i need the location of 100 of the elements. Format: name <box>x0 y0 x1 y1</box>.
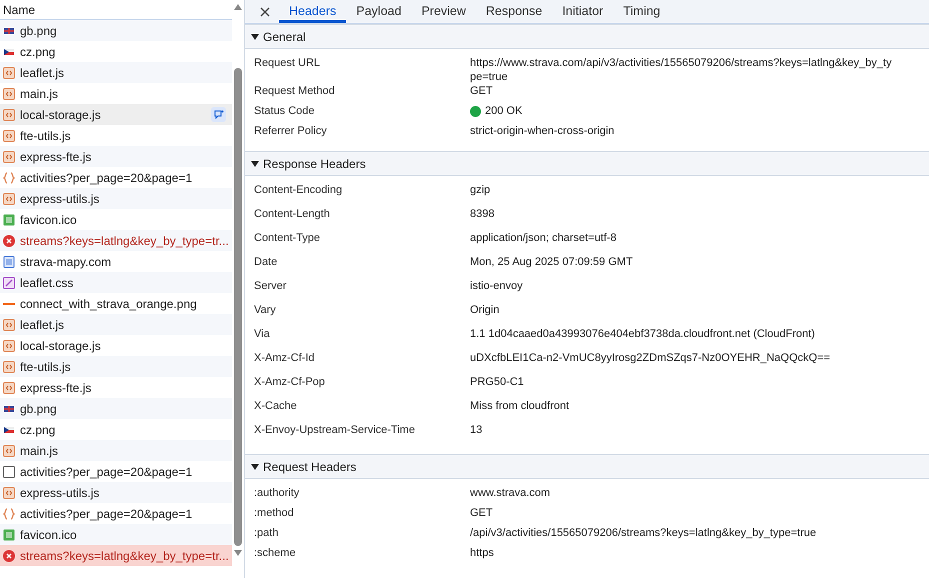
section-header[interactable]: Request Headers <box>245 454 929 479</box>
scroll-up-icon[interactable] <box>234 4 242 10</box>
header-value: PRG50-C1 <box>470 375 525 388</box>
request-row[interactable]: express-utils.js <box>0 482 232 503</box>
header-name: :method <box>254 506 295 521</box>
request-name: main.js <box>20 86 58 100</box>
header-name: X-Envoy-Upstream-Service-Time <box>254 423 416 438</box>
script-file-icon <box>3 88 15 100</box>
script-file-icon <box>3 192 15 204</box>
header-name: Status Code <box>254 104 316 119</box>
header-value: Miss from cloudfront <box>470 399 570 412</box>
image-file-icon <box>3 528 15 540</box>
error-icon <box>3 550 15 562</box>
image-file-icon <box>3 214 15 226</box>
script-file-icon <box>3 382 15 394</box>
request-name: local-storage.js <box>20 108 101 122</box>
request-name: gb.png <box>20 402 57 416</box>
request-name: leaflet.js <box>20 318 64 332</box>
script-file-icon <box>3 318 15 330</box>
header-value: gzip <box>470 183 492 196</box>
header-name: :path <box>254 526 280 541</box>
header-value: Mon, 25 Aug 2025 07:09:59 GMT <box>470 255 634 268</box>
request-name: express-utils.js <box>20 486 100 500</box>
expanded-triangle-icon <box>251 160 259 168</box>
request-name: express-fte.js <box>20 380 92 394</box>
braces-icon <box>3 172 15 184</box>
ai-assist-icon[interactable] <box>211 107 226 122</box>
request-row[interactable]: fte-utils.js <box>0 356 232 377</box>
request-row[interactable]: gb.png <box>0 398 232 419</box>
request-row[interactable]: gb.png <box>0 20 232 41</box>
request-name: cz.png <box>20 422 56 436</box>
header-value: 13 <box>470 423 484 436</box>
header-name: X-Amz-Cf-Id <box>254 351 316 366</box>
header-name: Content-Encoding <box>254 183 344 198</box>
header-value: GET <box>470 506 494 519</box>
tab[interactable]: Preview <box>411 0 476 23</box>
request-row[interactable]: local-storage.js <box>0 104 232 125</box>
header-value: Origin <box>470 303 500 316</box>
header-name: Content-Length <box>254 207 331 222</box>
braces-icon <box>3 508 15 520</box>
document-icon <box>3 256 15 268</box>
scrollbar-thumb[interactable] <box>234 68 242 546</box>
header-value: 200 OK <box>470 103 929 117</box>
request-name: activities?per_page=20&page=1 <box>20 464 192 478</box>
header-name: X-Amz-Cf-Pop <box>254 375 326 390</box>
section-header[interactable]: Response Headers <box>245 151 929 176</box>
script-file-icon <box>3 150 15 162</box>
request-row[interactable]: streams?keys=latlng&key_by_type=tr... <box>0 545 232 566</box>
script-file-icon <box>3 66 15 78</box>
section-header[interactable]: General <box>245 24 929 49</box>
expanded-triangle-icon <box>251 462 259 470</box>
request-name: favicon.ico <box>20 528 77 542</box>
tab[interactable]: Response <box>476 0 552 23</box>
request-row[interactable]: leaflet.js <box>0 314 232 335</box>
expanded-triangle-icon <box>251 32 259 40</box>
request-name: fte-utils.js <box>20 128 71 142</box>
request-name: streams?keys=latlng&key_by_type=tr... <box>20 548 229 562</box>
scroll-down-icon[interactable] <box>234 550 242 556</box>
script-file-icon <box>3 444 15 456</box>
script-file-icon <box>3 108 15 120</box>
header-name: :scheme <box>254 546 297 561</box>
header-name: X-Cache <box>254 399 298 414</box>
request-name: express-utils.js <box>20 192 100 206</box>
header-name: Referrer Policy <box>254 124 328 139</box>
tab[interactable]: Initiator <box>552 0 614 23</box>
header-value: uDXcfbLEI1Ca-n2-VmUC8yyIrosg2ZDmSZqs7-Nz0OYEHR_NaQQckQ== <box>470 351 832 364</box>
request-name: main.js <box>20 444 58 458</box>
request-row[interactable]: express-fte.js <box>0 146 232 167</box>
tab[interactable]: Payload <box>346 0 412 23</box>
header-name: Vary <box>254 303 277 318</box>
header-name: Server <box>254 279 288 294</box>
blank-file-icon <box>3 466 15 478</box>
stylesheet-icon <box>3 276 15 288</box>
request-name: strava-mapy.com <box>20 254 112 268</box>
request-name: gb.png <box>20 24 57 38</box>
header-value: application/json; charset=utf-8 <box>470 231 618 244</box>
request-name: fte-utils.js <box>20 360 71 374</box>
request-row[interactable]: express-utils.js <box>0 188 232 209</box>
error-icon <box>3 234 15 246</box>
request-row[interactable]: favicon.ico <box>0 524 232 545</box>
request-row[interactable]: leaflet.js <box>0 62 232 83</box>
tab[interactable]: Timing <box>613 0 670 23</box>
request-name: express-fte.js <box>20 150 92 164</box>
header-value: 8398 <box>470 207 496 220</box>
request-row[interactable]: main.js <box>0 440 232 461</box>
request-name: activities?per_page=20&page=1 <box>20 506 192 520</box>
request-name: local-storage.js <box>20 338 101 352</box>
script-file-icon <box>3 486 15 498</box>
request-row[interactable]: streams?keys=latlng&key_by_type=tr... <box>0 230 232 251</box>
header-value: www.strava.com <box>470 486 552 499</box>
request-name: favicon.ico <box>20 212 77 226</box>
header-value: 1.1 1d04caaed0a43993076e404ebf3738da.cloudfront.net (CloudFront) <box>470 327 816 340</box>
header-value: https <box>470 546 495 559</box>
header-value: istio-envoy <box>470 279 524 292</box>
script-file-icon <box>3 340 15 352</box>
request-row[interactable]: leaflet.css <box>0 272 232 293</box>
request-name: streams?keys=latlng&key_by_type=tr... <box>20 234 229 248</box>
header-name: Request URL <box>254 56 322 71</box>
request-name: connect_with_strava_orange.png <box>20 296 197 310</box>
close-icon <box>260 6 270 16</box>
